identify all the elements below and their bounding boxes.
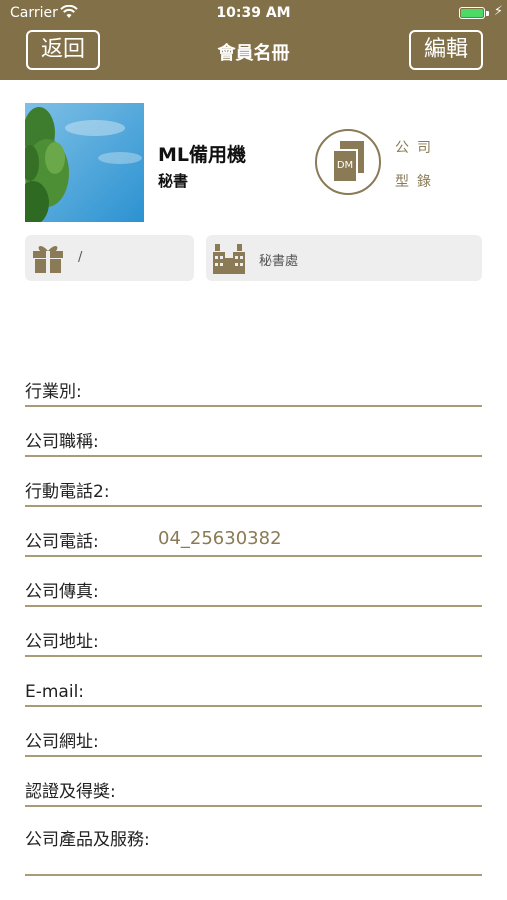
field-label: 公司傳真: bbox=[25, 582, 99, 602]
field-company-phone: 公司電話: 04_25630382 bbox=[25, 507, 482, 557]
field-label: 行動電話2: bbox=[25, 482, 110, 502]
building-icon bbox=[213, 244, 245, 274]
field-label: 行業別: bbox=[25, 382, 82, 402]
field-label: 公司網址: bbox=[25, 732, 99, 752]
status-time: 10:39 AM bbox=[216, 5, 291, 21]
field-industry: 行業別: bbox=[25, 357, 482, 407]
back-button[interactable]: 返回 bbox=[26, 30, 100, 70]
field-label: 公司電話: bbox=[25, 532, 99, 552]
field-mobile-phone-2: 行動電話2: bbox=[25, 457, 482, 507]
member-role: 秘書 bbox=[158, 172, 189, 190]
catalog-label-line1[interactable]: 公司 bbox=[395, 137, 439, 157]
charging-bolt-icon: ⚡ bbox=[493, 4, 503, 19]
field-company-fax: 公司傳真: bbox=[25, 557, 482, 607]
profile-photo-image bbox=[25, 103, 144, 222]
member-name: ML備用機 bbox=[158, 144, 247, 166]
gift-icon bbox=[33, 246, 63, 273]
field-products-services: 公司產品及服務: bbox=[25, 807, 482, 876]
profile-photo bbox=[25, 103, 144, 222]
company-phone-value[interactable]: 04_25630382 bbox=[158, 528, 282, 549]
department-info-box: 秘書處 bbox=[206, 235, 482, 281]
field-label: 公司產品及服務: bbox=[25, 830, 150, 850]
dm-icon: DM bbox=[332, 149, 358, 183]
navigation-bar: 會員名冊 返回 編輯 bbox=[0, 28, 507, 80]
edit-button[interactable]: 編輯 bbox=[409, 30, 483, 70]
field-company-website: 公司網址: bbox=[25, 707, 482, 757]
gift-text: / bbox=[78, 250, 83, 265]
field-label: 公司地址: bbox=[25, 632, 99, 652]
field-label: E-mail: bbox=[25, 682, 85, 702]
field-email: E-mail: bbox=[25, 657, 482, 707]
battery-tip bbox=[486, 11, 489, 16]
status-bar: Carrier 10:39 AM ⚡ bbox=[0, 0, 507, 28]
company-catalog-button[interactable]: DM bbox=[315, 129, 381, 195]
field-label: 公司職稱: bbox=[25, 432, 99, 452]
catalog-label-line2[interactable]: 型錄 bbox=[395, 171, 439, 191]
field-label: 認證及得獎: bbox=[25, 782, 116, 802]
field-certifications-awards: 認證及得獎: bbox=[25, 757, 482, 807]
field-company-title: 公司職稱: bbox=[25, 407, 482, 457]
gift-info-box: / bbox=[25, 235, 194, 281]
field-company-address: 公司地址: bbox=[25, 607, 482, 657]
battery-icon bbox=[459, 7, 485, 19]
department-text: 秘書處 bbox=[259, 254, 299, 269]
